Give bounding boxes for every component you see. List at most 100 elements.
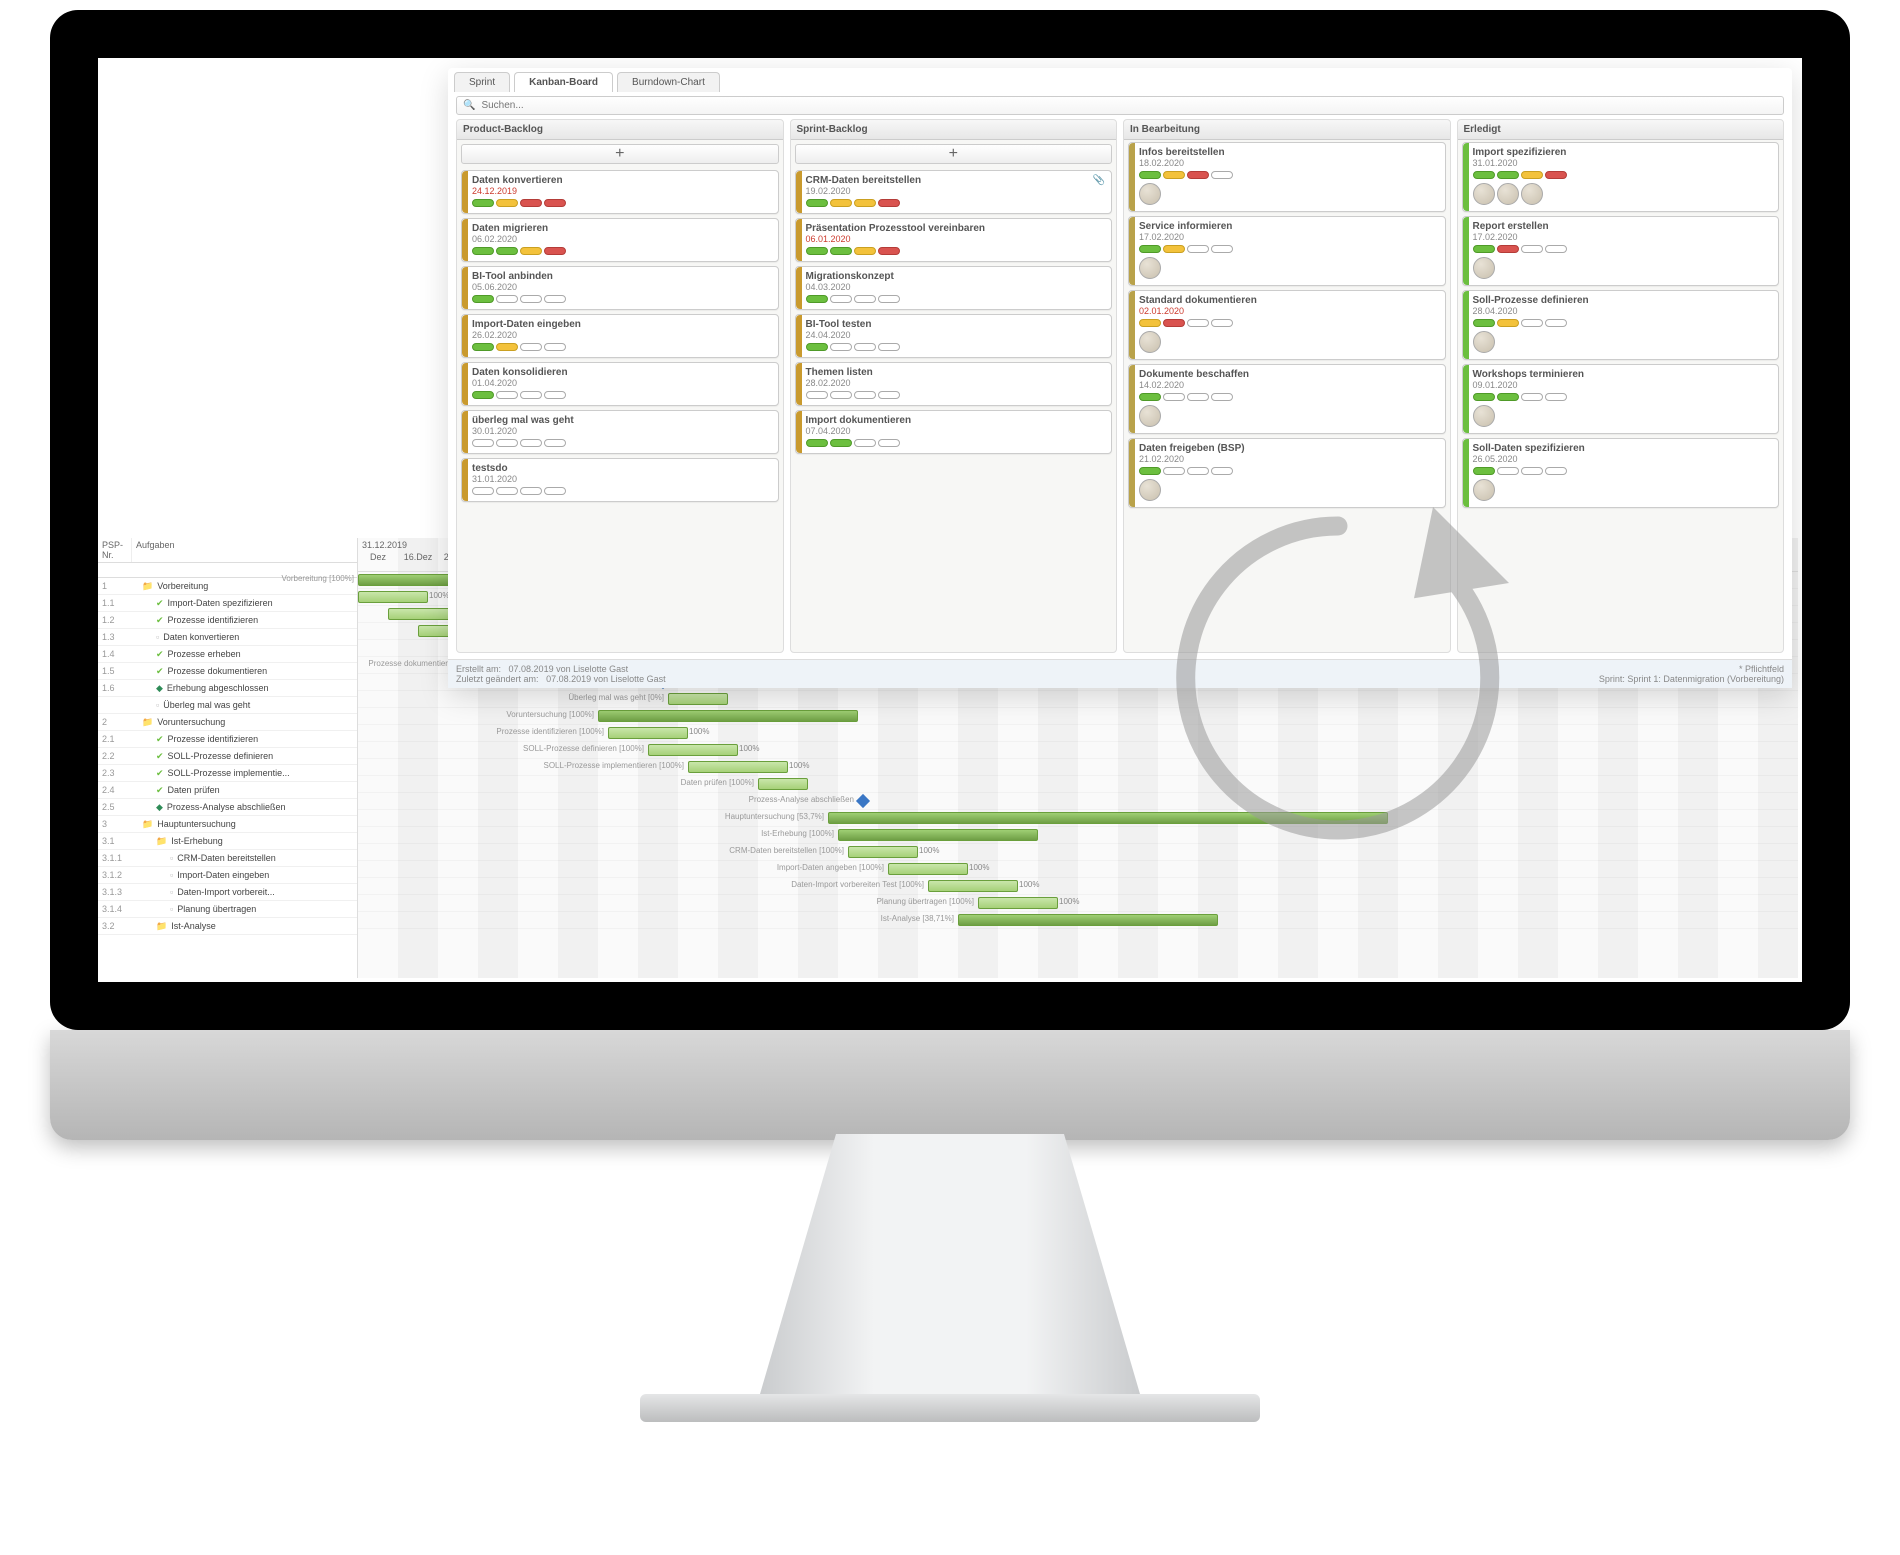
task-label: ✔SOLL-Prozesse definieren	[132, 751, 357, 762]
status-pill	[1521, 245, 1543, 253]
gantt-bar[interactable]	[668, 693, 728, 705]
gantt-task-row[interactable]: 1.1✔Import-Daten spezifizieren	[98, 595, 357, 612]
gantt-bar[interactable]: 100%	[888, 863, 968, 875]
gantt-bar[interactable]: 100%	[358, 591, 428, 603]
box-icon: ▫	[170, 904, 173, 914]
search-input[interactable]	[481, 100, 1777, 111]
status-pill	[520, 343, 542, 351]
kanban-column: Sprint-Backlog+CRM-Daten bereitstellen19…	[790, 119, 1118, 653]
kanban-card[interactable]: Präsentation Prozesstool vereinbaren06.0…	[795, 218, 1113, 262]
bar-percent: 100%	[1019, 880, 1039, 889]
gantt-bar[interactable]	[598, 710, 858, 722]
card-status-pills	[1473, 319, 1773, 327]
gantt-task-row[interactable]: 3.1📁Ist-Erhebung	[98, 833, 357, 850]
kanban-card[interactable]: Import spezifizieren31.01.2020	[1462, 142, 1780, 212]
gantt-bar[interactable]	[758, 778, 808, 790]
gantt-task-row[interactable]: ▫Überleg mal was geht	[98, 697, 357, 714]
status-pill	[878, 391, 900, 399]
kanban-card[interactable]: BI-Tool testen24.04.2020	[795, 314, 1113, 358]
gantt-task-row[interactable]: 3.2📁Ist-Analyse	[98, 918, 357, 935]
gantt-task-row[interactable]: 2📁Voruntersuchung	[98, 714, 357, 731]
kanban-card[interactable]: Infos bereitstellen18.02.2020	[1128, 142, 1446, 212]
avatar	[1473, 405, 1495, 427]
kanban-card[interactable]: BI-Tool anbinden05.06.2020	[461, 266, 779, 310]
attachment-icon: 📎	[1093, 175, 1105, 186]
kanban-card[interactable]: Daten konsolidieren01.04.2020	[461, 362, 779, 406]
kanban-card[interactable]: testsdo31.01.2020	[461, 458, 779, 502]
kanban-card[interactable]: Soll-Prozesse definieren28.04.2020	[1462, 290, 1780, 360]
milestone-icon[interactable]	[856, 794, 870, 808]
add-card-button[interactable]: +	[461, 144, 779, 164]
gantt-bar[interactable]	[838, 829, 1038, 841]
card-avatars	[1473, 331, 1773, 353]
gantt-bar-row: Daten-Import vorbereiten Test [100%]100%	[358, 878, 1798, 895]
kanban-card[interactable]: überleg mal was geht30.01.2020	[461, 410, 779, 454]
gantt-task-row[interactable]: 2.2✔SOLL-Prozesse definieren	[98, 748, 357, 765]
status-pill	[854, 295, 876, 303]
status-pill	[1521, 171, 1543, 179]
status-pill	[1545, 171, 1567, 179]
card-title: Service informieren	[1139, 221, 1439, 232]
card-status-pills	[472, 343, 772, 351]
card-title: Import spezifizieren	[1473, 147, 1773, 158]
status-pill	[520, 487, 542, 495]
imac-chin	[50, 1030, 1850, 1140]
card-date: 01.04.2020	[472, 378, 772, 388]
card-title: Workshops terminieren	[1473, 369, 1773, 380]
column-header: In Bearbeitung	[1124, 120, 1450, 140]
gantt-task-row[interactable]: 1.2✔Prozesse identifizieren	[98, 612, 357, 629]
gantt-bar[interactable]: 100%	[848, 846, 918, 858]
gantt-bar[interactable]: 100%	[648, 744, 738, 756]
card-title: Report erstellen	[1473, 221, 1773, 232]
gantt-bar[interactable]: 100%	[928, 880, 1018, 892]
search-bar[interactable]: 🔍	[456, 96, 1784, 115]
gantt-task-row[interactable]: 3.1.3▫Daten-Import vorbereit...	[98, 884, 357, 901]
gantt-task-row[interactable]: 2.1✔Prozesse identifizieren	[98, 731, 357, 748]
status-pill	[1139, 467, 1161, 475]
gantt-task-row[interactable]: 1.3▫Daten konvertieren	[98, 629, 357, 646]
gantt-task-row[interactable]: 1.4✔Prozesse erheben	[98, 646, 357, 663]
kanban-card[interactable]: Themen listen28.02.2020	[795, 362, 1113, 406]
gantt-bar[interactable]: 100%	[608, 727, 688, 739]
card-title: BI-Tool anbinden	[472, 271, 772, 282]
kanban-card[interactable]: Service informieren17.02.2020	[1128, 216, 1446, 286]
gantt-task-row[interactable]: 2.5◆Prozess-Analyse abschließen	[98, 799, 357, 816]
add-card-button[interactable]: +	[795, 144, 1113, 164]
gantt-bar[interactable]: 100%	[978, 897, 1058, 909]
kanban-card[interactable]: Workshops terminieren09.01.2020	[1462, 364, 1780, 434]
kanban-card[interactable]: Import-Daten eingeben26.02.2020	[461, 314, 779, 358]
kanban-card[interactable]: Dokumente beschaffen14.02.2020	[1128, 364, 1446, 434]
kanban-card[interactable]: Report erstellen17.02.2020	[1462, 216, 1780, 286]
card-title: überleg mal was geht	[472, 415, 772, 426]
kanban-card[interactable]: CRM-Daten bereitstellen19.02.2020📎	[795, 170, 1113, 214]
gantt-task-row[interactable]: 3.1.1▫CRM-Daten bereitstellen	[98, 850, 357, 867]
gantt-task-row[interactable]: 3.1.4▫Planung übertragen	[98, 901, 357, 918]
tab-kanban[interactable]: Kanban-Board	[514, 72, 613, 92]
gantt-task-row[interactable]: 1.6◆Erhebung abgeschlossen	[98, 680, 357, 697]
status-pill	[878, 295, 900, 303]
gantt-task-row[interactable]: 2.4✔Daten prüfen	[98, 782, 357, 799]
status-pill	[1545, 245, 1567, 253]
tab-burndown[interactable]: Burndown-Chart	[617, 72, 720, 92]
bar-label: Daten-Import vorbereiten Test [100%]	[791, 880, 928, 889]
card-avatars	[1139, 183, 1439, 205]
check-icon: ✔	[156, 768, 164, 778]
gantt-bar[interactable]: 100%	[688, 761, 788, 773]
kanban-card[interactable]: Import dokumentieren07.04.2020	[795, 410, 1113, 454]
card-date: 02.01.2020	[1139, 306, 1439, 316]
kanban-card[interactable]: Daten migrieren06.02.2020	[461, 218, 779, 262]
gantt-bar[interactable]	[958, 914, 1218, 926]
bar-label: CRM-Daten bereitstellen [100%]	[729, 846, 848, 855]
kanban-card[interactable]: Standard dokumentieren02.01.2020	[1128, 290, 1446, 360]
gantt-task-row[interactable]: 1.5✔Prozesse dokumentieren	[98, 663, 357, 680]
kanban-card[interactable]: Migrationskonzept04.03.2020	[795, 266, 1113, 310]
card-date: 24.04.2020	[806, 330, 1106, 340]
gantt-task-row[interactable]: 3.1.2▫Import-Daten eingeben	[98, 867, 357, 884]
status-pill	[1497, 245, 1519, 253]
status-pill	[878, 199, 900, 207]
gantt-task-row[interactable]: 3📁Hauptuntersuchung	[98, 816, 357, 833]
kanban-card[interactable]: Daten konvertieren24.12.2019	[461, 170, 779, 214]
bar-label: Hauptuntersuchung [53,7%]	[725, 812, 828, 821]
gantt-task-row[interactable]: 2.3✔SOLL-Prozesse implementie...	[98, 765, 357, 782]
tab-sprint[interactable]: Sprint	[454, 72, 510, 92]
